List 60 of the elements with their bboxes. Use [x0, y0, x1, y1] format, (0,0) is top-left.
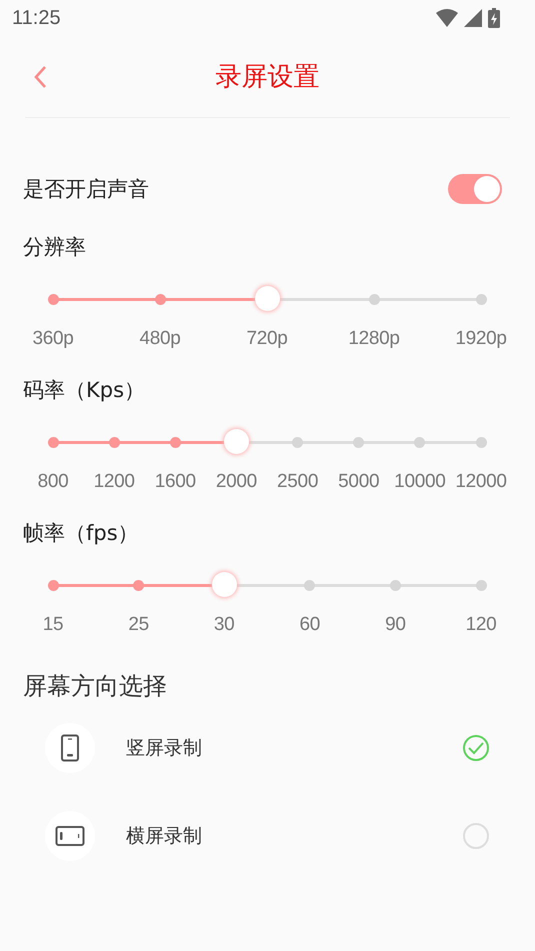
tick-label: 1200 [94, 471, 135, 493]
step-dot [414, 437, 426, 448]
tick-label: 480p [139, 328, 181, 350]
option-label: 竖屏录制 [126, 736, 203, 761]
radio-button[interactable] [463, 823, 489, 849]
step-dot [170, 437, 181, 448]
check-icon [467, 741, 485, 755]
setting-label: 帧率（fps） [23, 520, 140, 547]
wifi-icon [436, 9, 458, 27]
setting-label: 码率（Kps） [23, 377, 146, 404]
step-dot [304, 580, 316, 591]
step-dot [390, 580, 401, 591]
tick-label: 800 [38, 471, 68, 493]
tick-label: 5000 [338, 471, 380, 493]
page-title: 录屏设置 [216, 61, 320, 94]
tick-label: 30 [214, 614, 234, 636]
tick-label: 90 [385, 614, 406, 636]
tick-label: 1920p [455, 328, 507, 350]
step-dot [48, 294, 58, 305]
option-label: 横屏录制 [126, 824, 203, 849]
tick-label: 15 [42, 614, 64, 636]
slider-thumb[interactable] [224, 429, 249, 454]
step-dot [154, 294, 166, 305]
phone-landscape-icon [55, 825, 85, 847]
sound-toggle[interactable] [448, 174, 502, 204]
section-title: 屏幕方向选择 [23, 671, 168, 702]
battery-icon [488, 8, 500, 28]
orientation-option[interactable]: 横屏录制 [23, 792, 512, 880]
step-dot [48, 580, 58, 591]
step-dot [108, 437, 120, 448]
tick-label: 720p [246, 328, 288, 350]
tick-label: 60 [300, 614, 320, 636]
signal-icon [464, 9, 482, 27]
tick-label: 12000 [455, 471, 507, 493]
back-button[interactable] [33, 65, 47, 89]
phone-portrait-icon [60, 734, 80, 762]
step-dot [353, 437, 364, 448]
step-dot [133, 580, 144, 591]
step-dot [48, 437, 58, 448]
orientation-option[interactable]: 竖屏录制 [23, 704, 512, 792]
tick-label: 10000 [394, 471, 446, 493]
step-dot [368, 294, 380, 305]
setting-label: 是否开启声音 [23, 176, 149, 203]
slider-thumb[interactable] [254, 286, 280, 311]
tick-label: 1600 [154, 471, 196, 493]
slider-thumb[interactable] [212, 572, 237, 597]
setting-label: 分辨率 [23, 234, 87, 261]
tick-label: 2500 [277, 471, 318, 493]
tick-label: 1280p [348, 328, 400, 350]
step-dot [476, 580, 486, 591]
tick-label: 2000 [216, 471, 257, 493]
status-time: 11:25 [12, 6, 61, 30]
tick-label: 25 [128, 614, 149, 636]
tick-label: 120 [466, 614, 496, 636]
step-dot [292, 437, 304, 448]
step-dot [476, 294, 486, 305]
step-dot [476, 437, 486, 448]
radio-button[interactable] [463, 735, 489, 761]
tick-label: 360p [32, 328, 74, 350]
back-icon [33, 65, 47, 89]
